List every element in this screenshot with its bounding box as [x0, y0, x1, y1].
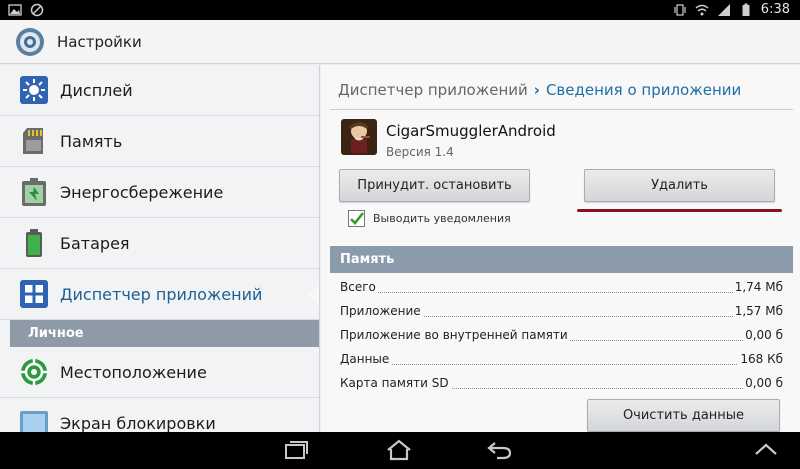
home-icon[interactable] [385, 438, 413, 462]
signal-icon [717, 3, 730, 16]
clear-data-button[interactable]: Очистить данные [587, 399, 780, 432]
sidebar-item-lock-screen[interactable]: Экран блокировки [0, 398, 319, 432]
gallery-notification-icon [8, 4, 22, 16]
sidebar-item-location[interactable]: Местоположение [0, 347, 319, 398]
navigation-bar [0, 432, 800, 469]
memory-section-header: Память [330, 246, 793, 273]
memory-row-value: 168 Кб [738, 352, 783, 366]
app-icon [341, 119, 377, 155]
memory-row-label: Приложение во внутренней памяти [340, 328, 570, 342]
lock-screen-icon [20, 411, 48, 432]
memory-row-value: 1,74 Мб [732, 280, 783, 294]
sidebar-item-storage[interactable]: Память [0, 116, 319, 167]
action-bar: Настройки [0, 20, 800, 64]
section-header-personal: Личное [10, 320, 319, 347]
memory-row-value: 1,57 Мб [732, 304, 783, 318]
memory-row: Карта памяти SD 0,00 б [340, 373, 783, 393]
app-name: CigarSmugglerAndroid [386, 122, 556, 140]
memory-row: Приложение 1,57 Мб [340, 301, 783, 321]
sidebar-item-label: Батарея [60, 234, 130, 253]
sidebar-item-application-manager[interactable]: Диспетчер приложений [0, 269, 319, 320]
sidebar-item-label: Энергосбережение [60, 183, 224, 202]
selection-indicator [308, 283, 319, 307]
app-info-panel: Диспетчер приложений › Сведения о приложен… [321, 65, 800, 432]
power-saving-icon [22, 178, 46, 206]
sidebar-item-power-saving[interactable]: Энергосбережение [0, 167, 319, 218]
chevron-up-icon[interactable] [752, 438, 780, 462]
back-icon[interactable] [485, 438, 513, 462]
breadcrumb-current: Сведения о приложении [545, 81, 742, 99]
memory-row-label: Данные [340, 352, 392, 366]
memory-row: Приложение во внутренней памяти 0,00 б [340, 325, 783, 345]
memory-row-label: Приложение [340, 304, 423, 318]
dotted-leader [340, 292, 783, 293]
memory-row: Данные 168 Кб [340, 349, 783, 369]
memory-row-value: 0,00 б [743, 328, 783, 342]
wifi-icon [695, 4, 709, 15]
clock: 6:38 [760, 2, 790, 17]
dotted-leader [340, 364, 783, 365]
sidebar-item-label: Экран блокировки [60, 414, 216, 432]
status-bar: 6:38 [0, 0, 800, 20]
checkmark-icon [350, 212, 365, 225]
breadcrumb: Диспетчер приложений › Сведения о приложен… [338, 81, 741, 99]
battery-icon [26, 229, 42, 257]
divider [330, 109, 793, 110]
app-title: Настройки [57, 33, 142, 51]
memory-row-label: Карта памяти SD [340, 376, 451, 390]
android-settings-screen: 6:38 Настройки Дисплей Память Энергосбер… [0, 0, 800, 469]
application-manager-icon [20, 280, 48, 308]
show-notifications-checkbox[interactable] [348, 210, 365, 227]
sidebar-item-display[interactable]: Дисплей [0, 65, 319, 116]
recent-apps-icon[interactable] [282, 438, 310, 462]
vibrate-icon [674, 3, 686, 16]
settings-gear-icon[interactable] [14, 26, 46, 58]
sd-card-icon [23, 128, 43, 154]
memory-row: Всего 1,74 Мб [340, 277, 783, 297]
display-icon [20, 76, 48, 104]
settings-sidebar: Дисплей Память Энергосбережение Батарея … [0, 65, 320, 432]
sidebar-item-label: Дисплей [60, 81, 133, 100]
sidebar-item-label: Диспетчер приложений [60, 285, 263, 304]
blocked-notification-icon [30, 3, 44, 17]
breadcrumb-parent[interactable]: Диспетчер приложений [338, 81, 528, 99]
app-version: Версия 1.4 [386, 145, 454, 159]
show-notifications-label: Выводить уведомления [373, 212, 511, 225]
annotation-underline [577, 209, 782, 212]
location-icon [21, 359, 47, 385]
uninstall-button[interactable]: Удалить [584, 169, 775, 202]
sidebar-item-battery[interactable]: Батарея [0, 218, 319, 269]
sidebar-item-label: Местоположение [60, 363, 207, 382]
sidebar-item-label: Память [60, 132, 123, 151]
breadcrumb-separator: › [533, 81, 540, 99]
force-stop-button[interactable]: Принудит. остановить [339, 169, 530, 202]
battery-icon [742, 3, 750, 16]
memory-row-value: 0,00 б [743, 376, 783, 390]
memory-row-label: Всего [340, 280, 378, 294]
